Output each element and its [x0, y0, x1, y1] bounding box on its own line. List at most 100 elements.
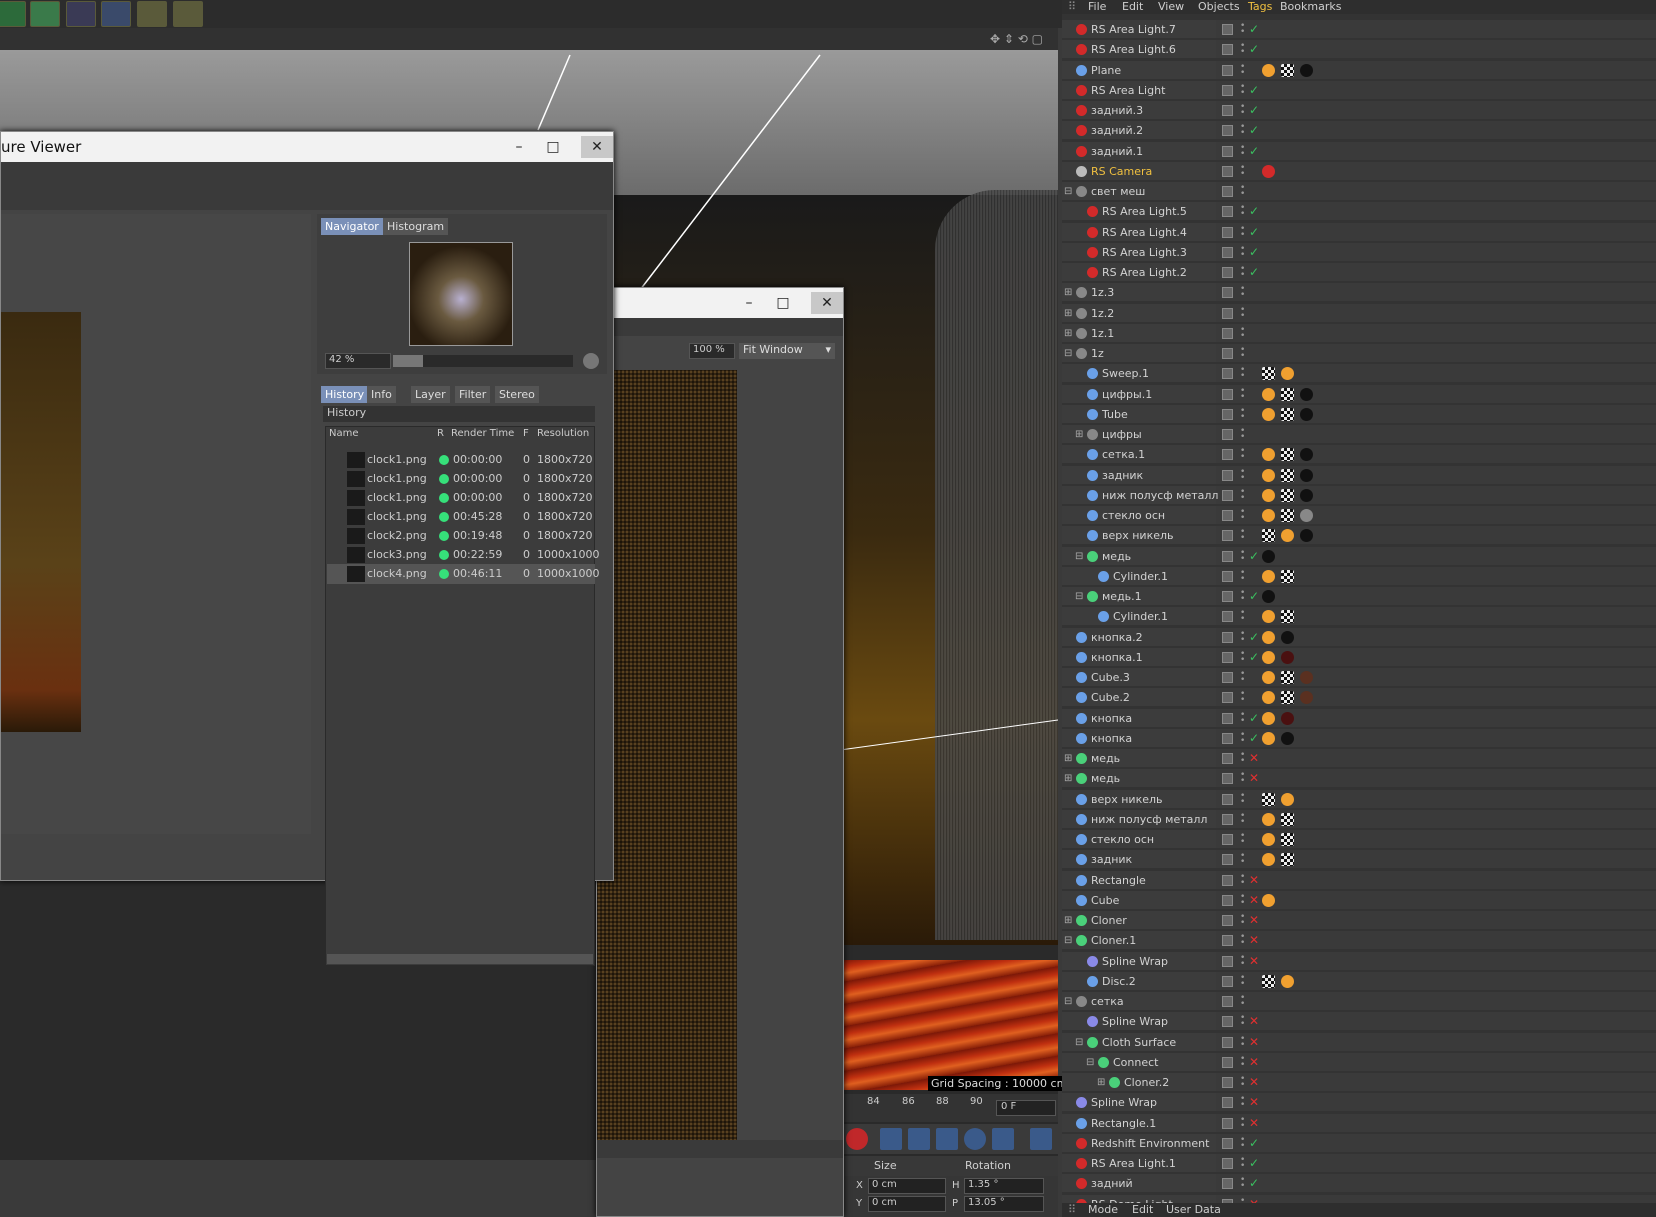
layer-icon[interactable]	[1222, 44, 1233, 56]
enabled-check-icon[interactable]: ✓	[1249, 630, 1259, 644]
object-row[interactable]: Plane • •	[1062, 60, 1656, 81]
tag-icon[interactable]	[1281, 792, 1294, 806]
expand-icon[interactable]: ⊟	[1075, 1037, 1083, 1048]
object-row[interactable]: ниж полусф металл • •	[1062, 485, 1656, 506]
enabled-check-icon[interactable]: ✓	[1249, 1136, 1259, 1150]
disabled-cross-icon[interactable]: ✕	[1249, 873, 1259, 887]
layer-icon[interactable]	[1222, 24, 1233, 35]
enabled-check-icon[interactable]: ✓	[1249, 589, 1259, 603]
visibility-dots-icon[interactable]: ••	[1240, 528, 1245, 543]
enabled-check-icon[interactable]: ✓	[1249, 83, 1259, 97]
history-row[interactable]: clock4.png 00:46:11 0 1000x1000	[327, 564, 600, 584]
expand-icon[interactable]: ⊞	[1064, 915, 1072, 926]
navigator-thumbnail[interactable]	[409, 242, 513, 346]
history-row[interactable]: clock3.png 00:22:59 0 1000x1000	[327, 545, 600, 565]
film-icon[interactable]	[1030, 1128, 1052, 1150]
disabled-cross-icon[interactable]: ✕	[1249, 1095, 1259, 1109]
tag-icon[interactable]	[1262, 630, 1275, 644]
layer-icon[interactable]	[1222, 1077, 1233, 1088]
visibility-dots-icon[interactable]: ••	[1240, 710, 1245, 725]
object-row[interactable]: RS Area Light.1 • • ✓	[1062, 1154, 1656, 1174]
cloner-icon[interactable]	[30, 1, 60, 27]
object-row[interactable]: Tube • •	[1062, 404, 1656, 425]
layer-icon[interactable]	[1222, 854, 1233, 866]
layer-icon[interactable]	[1222, 348, 1233, 359]
tag-icon[interactable]	[1300, 63, 1313, 77]
object-row[interactable]: ⊞ медь • • ✕	[1062, 769, 1656, 789]
tag-icon[interactable]	[1281, 610, 1294, 624]
visibility-dots-icon[interactable]: ••	[1240, 224, 1245, 239]
layer-icon[interactable]	[1222, 813, 1233, 825]
visibility-dots-icon[interactable]: ••	[1240, 589, 1245, 604]
menu-edit[interactable]: Edit	[1122, 0, 1143, 13]
tag-icon[interactable]	[1262, 711, 1275, 725]
tag-icon[interactable]	[1281, 630, 1294, 644]
layer-icon[interactable]	[1222, 327, 1233, 339]
expand-icon[interactable]: ⊞	[1064, 773, 1072, 784]
object-row[interactable]: задник • •	[1062, 850, 1656, 870]
layer-icon[interactable]	[1222, 975, 1233, 987]
visibility-dots-icon[interactable]: ••	[1240, 1156, 1245, 1171]
tag-icon[interactable]	[1300, 407, 1313, 421]
cube-icon[interactable]	[0, 1, 26, 27]
object-row[interactable]: Cylinder.1 • •	[1062, 607, 1656, 627]
visibility-dots-icon[interactable]: ••	[1240, 325, 1245, 340]
enabled-check-icon[interactable]: ✓	[1249, 1176, 1259, 1190]
object-row[interactable]: Cube • • ✕	[1062, 890, 1656, 911]
layer-icon[interactable]	[1222, 1137, 1233, 1149]
visibility-dots-icon[interactable]: ••	[1240, 1176, 1245, 1191]
tab-info[interactable]: Info	[367, 386, 396, 403]
tag-icon[interactable]	[1262, 731, 1275, 745]
object-row[interactable]: Rectangle.1 • • ✕	[1062, 1113, 1656, 1134]
object-row[interactable]: кнопка • • ✓	[1062, 728, 1656, 749]
visibility-dots-icon[interactable]: ••	[1240, 953, 1245, 968]
object-row[interactable]: ⊞ цифры • •	[1062, 425, 1656, 445]
tag-icon[interactable]	[1262, 549, 1275, 563]
object-row[interactable]: ⊟ медь.1 • • ✓	[1062, 587, 1656, 607]
object-row[interactable]: ⊟ Connect • • ✕	[1062, 1052, 1656, 1073]
object-row[interactable]: верх никель • •	[1062, 789, 1656, 810]
move-icon[interactable]	[880, 1128, 902, 1150]
object-row[interactable]: ⊞ Cloner • • ✕	[1062, 911, 1656, 931]
layer-icon[interactable]	[1222, 64, 1233, 76]
tag-icon[interactable]	[1262, 833, 1275, 846]
layer-icon[interactable]	[1222, 267, 1233, 278]
tab-histogram[interactable]: Histogram	[383, 218, 449, 235]
history-scrollbar[interactable]	[327, 954, 593, 964]
object-row[interactable]: ⊞ 1z.2 • •	[1062, 303, 1656, 324]
object-row[interactable]: RS Camera • •	[1062, 161, 1656, 182]
size-x-field[interactable]: 0 cm	[868, 1178, 946, 1194]
history-row[interactable]: clock1.png 00:00:00 0 1800x720	[327, 469, 595, 489]
object-row[interactable]: задний.3 • • ✓	[1062, 101, 1656, 121]
layer-icon[interactable]	[1222, 429, 1233, 440]
object-row[interactable]: Sweep.1 • •	[1062, 364, 1656, 384]
visibility-dots-icon[interactable]: ••	[1240, 1054, 1245, 1069]
menu-edit[interactable]: Edit	[1132, 1203, 1153, 1216]
layer-icon[interactable]	[1222, 935, 1233, 947]
tag-icon[interactable]	[1262, 569, 1275, 583]
tag-icon[interactable]	[1300, 468, 1313, 482]
visibility-dots-icon[interactable]: ••	[1240, 386, 1245, 401]
object-row[interactable]: ⊞ 1z.1 • •	[1062, 323, 1656, 344]
menu-mode[interactable]: Mode	[1088, 1203, 1118, 1216]
tag-icon[interactable]	[1262, 792, 1275, 806]
object-row[interactable]: задник • •	[1062, 465, 1656, 486]
visibility-dots-icon[interactable]: ••	[1240, 1014, 1245, 1029]
rotation-p-field[interactable]: 13.05 °	[964, 1196, 1044, 1212]
object-row[interactable]: RS Area Light.4 • • ✓	[1062, 222, 1656, 243]
visibility-dots-icon[interactable]: ••	[1240, 265, 1245, 280]
tag-icon[interactable]	[1262, 590, 1275, 603]
close-icon[interactable]: ✕	[811, 292, 843, 314]
visibility-dots-icon[interactable]: ••	[1240, 427, 1245, 442]
visibility-dots-icon[interactable]: ••	[1240, 346, 1245, 361]
tag-icon[interactable]	[1262, 468, 1275, 482]
visibility-dots-icon[interactable]: ••	[1240, 1095, 1245, 1110]
rotate-icon[interactable]	[936, 1128, 958, 1150]
size-y-field[interactable]: 0 cm	[868, 1196, 946, 1212]
tag-icon[interactable]	[1281, 468, 1294, 482]
menu-view[interactable]: View	[1158, 0, 1184, 13]
menu-bookmarks[interactable]: Bookmarks	[1280, 0, 1341, 13]
object-row[interactable]: цифры.1 • •	[1062, 384, 1656, 405]
expand-icon[interactable]: ⊞	[1075, 429, 1083, 440]
visibility-dots-icon[interactable]: ••	[1240, 791, 1245, 806]
